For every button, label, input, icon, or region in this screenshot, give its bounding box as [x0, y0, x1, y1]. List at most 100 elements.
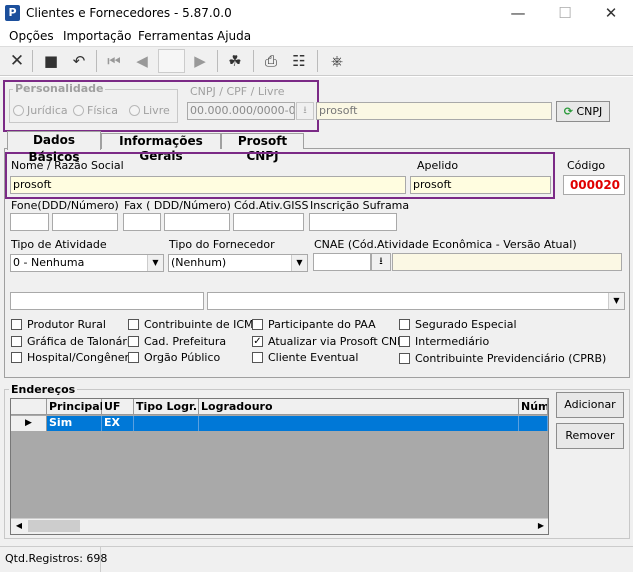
chevron-down-icon[interactable]: ▼ [147, 255, 163, 271]
tab-prosoft-cnpj[interactable]: Prosoft CNPJ [221, 133, 304, 163]
minimize-button[interactable]: — [501, 2, 535, 24]
grid-header-numero[interactable]: Núme [519, 399, 548, 415]
record-count: Qtd.Registros: 698 [5, 552, 108, 565]
fax-label: Fax ( DDD/Número) [124, 199, 231, 212]
menu-ajuda[interactable]: Ajuda [217, 29, 251, 43]
grid-cell-principal[interactable]: Sim [47, 416, 102, 431]
cnpj-label: CNPJ / CPF / Livre [190, 85, 285, 98]
checkbox-orgao-publico[interactable] [128, 352, 139, 363]
checkbox-label: Orgão Público [144, 351, 221, 364]
checkbox-intermediario[interactable] [399, 336, 410, 347]
toolbar-separator [96, 50, 97, 72]
radio-livre[interactable] [129, 105, 140, 116]
cnpj-button[interactable]: ⟳ CNPJ [556, 101, 610, 122]
grid-horizontal-scrollbar[interactable] [11, 518, 548, 534]
personalidade-legend: Personalidade [13, 82, 106, 95]
report-icon[interactable]: ☷ [288, 50, 310, 72]
record-indicator [158, 49, 185, 73]
name-input[interactable]: prosoft [10, 176, 406, 194]
next-record-icon[interactable]: ▶ [189, 50, 211, 72]
checkbox-cprb[interactable] [399, 353, 410, 364]
checkbox-label: Produtor Rural [27, 318, 106, 331]
fone-number-input[interactable] [52, 213, 118, 231]
window-title: Clientes e Fornecedores - 5.87.0.0 [26, 6, 232, 20]
suframa-input[interactable] [309, 213, 397, 231]
save-icon[interactable]: ■ [40, 50, 62, 72]
checkbox-label: Intermediário [415, 335, 490, 348]
cnpj-button-label: CNPJ [576, 105, 603, 118]
checkbox-hospital[interactable] [11, 352, 22, 363]
checkbox-segurado-especial[interactable] [399, 319, 410, 330]
checkbox-label: Atualizar via Prosoft CNPJ [268, 335, 407, 348]
grid-cell-tipo-logr[interactable] [134, 416, 199, 431]
add-address-button[interactable]: Adicionar [556, 392, 624, 418]
people-icon[interactable]: ☘ [224, 50, 246, 72]
grid-header-logradouro[interactable]: Logradouro [199, 399, 519, 415]
fax-ddd-input[interactable] [123, 213, 161, 231]
checkbox-label: Contribuinte de ICMS [144, 318, 261, 331]
codigo-field: 000020 [563, 175, 625, 195]
radio-fisica[interactable] [73, 105, 84, 116]
tipo-atividade-select[interactable]: 0 - Nenhuma [10, 254, 164, 272]
toolbar-separator [32, 50, 33, 72]
menu-opcoes[interactable]: Opções [9, 29, 54, 43]
first-record-icon[interactable]: ⏮ [103, 50, 125, 72]
fone-ddd-input[interactable] [10, 213, 49, 231]
tipo-fornecedor-select[interactable]: (Nenhum) [168, 254, 308, 272]
apelido-input[interactable]: prosoft [410, 176, 551, 194]
cnpj-download-icon[interactable]: ⭳ [296, 102, 314, 120]
grid-cell-uf[interactable]: EX [102, 416, 134, 431]
print-icon[interactable]: ⎙ [260, 50, 282, 72]
checkbox-grafica-talonario[interactable] [11, 336, 22, 347]
cnae-label: CNAE (Cód.Atividade Econômica - Versão A… [314, 238, 577, 251]
menu-importacao[interactable]: Importação [63, 29, 131, 43]
close-icon[interactable]: ✕ [6, 50, 28, 72]
grid-header-tipo-logr[interactable]: Tipo Logr. [134, 399, 199, 415]
giss-label: Cód.Ativ.GISS [234, 199, 309, 212]
checkbox-contribuinte-icms[interactable] [128, 319, 139, 330]
toolbar-separator [253, 50, 254, 72]
checkbox-atualizar-prosoft[interactable]: ✓ [252, 336, 263, 347]
tab-dados-basicos[interactable]: Dados Básicos [7, 131, 101, 164]
fax-number-input[interactable] [164, 213, 230, 231]
checkbox-cliente-eventual[interactable] [252, 352, 263, 363]
suframa-label: Inscrição Suframa [310, 199, 410, 212]
menu-ferramentas[interactable]: Ferramentas [138, 29, 214, 43]
extra-select[interactable] [207, 292, 625, 310]
cnpj-input[interactable]: 00.000.000/0000-00 [187, 102, 295, 120]
radio-juridica-label: Jurídica [27, 104, 68, 117]
tab-informacoes-gerais[interactable]: Informações Gerais [101, 133, 221, 163]
checkbox-cad-prefeitura[interactable] [128, 336, 139, 347]
grid-cell-logradouro[interactable] [199, 416, 519, 431]
grid-header-uf[interactable]: UF [102, 399, 134, 415]
checkbox-label: Cad. Prefeitura [144, 335, 227, 348]
maximize-button[interactable]: ☐ [548, 2, 582, 24]
scroll-right-icon[interactable]: ▶ [535, 520, 547, 532]
tipo-atividade-label: Tipo de Atividade [11, 238, 107, 251]
radio-juridica[interactable] [13, 105, 24, 116]
checkbox-produtor-rural[interactable] [11, 319, 22, 330]
toolbar-separator [317, 50, 318, 72]
scroll-thumb[interactable] [28, 520, 80, 532]
tipo-fornecedor-label: Tipo do Fornecedor [169, 238, 275, 251]
giss-input[interactable] [233, 213, 304, 231]
close-window-button[interactable]: ✕ [594, 2, 628, 24]
prior-record-icon[interactable]: ◀ [131, 50, 153, 72]
codigo-label: Código [567, 159, 606, 172]
undo-icon[interactable]: ↶ [68, 50, 90, 72]
remove-address-button[interactable]: Remover [556, 423, 624, 449]
extra-input[interactable] [10, 292, 204, 310]
cnae-description-field [392, 253, 622, 271]
checkbox-participante-paa[interactable] [252, 319, 263, 330]
chevron-down-icon[interactable]: ▼ [291, 255, 307, 271]
grid-header-principal[interactable]: Principal [47, 399, 103, 415]
checkbox-label: Gráfica de Talonário [27, 335, 137, 348]
cnae-code-input[interactable] [313, 253, 371, 271]
scroll-left-icon[interactable]: ◀ [13, 520, 25, 532]
grid-cell-numero[interactable] [519, 416, 548, 431]
exit-icon[interactable]: ⎈ [326, 50, 348, 72]
app-logo-icon: P [5, 5, 20, 21]
cnae-download-icon[interactable]: ⭳ [371, 253, 391, 271]
chevron-down-icon[interactable]: ▼ [608, 293, 624, 309]
fone-label: Fone(DDD/Número) [11, 199, 119, 212]
